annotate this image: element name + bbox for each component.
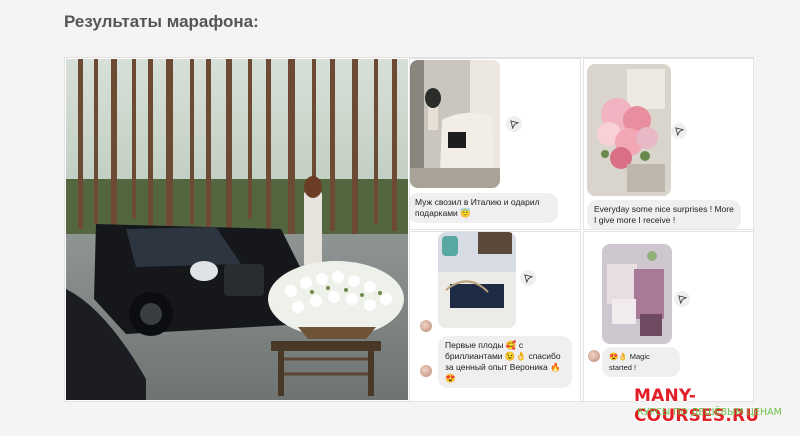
send-icon[interactable] [520, 270, 536, 286]
story-thumbnail-armchair[interactable] [410, 60, 500, 188]
caption-bubble: 😍👌 Magic started ! [602, 347, 680, 377]
avatar [420, 365, 432, 377]
watermark-tagline: КУРСЫ ПО ДЕШЁВЫМ ЦЕНАМ [637, 407, 782, 418]
avatar [588, 350, 600, 362]
story-thumbnail-flowers[interactable] [587, 64, 671, 196]
review-card-1[interactable]: Муж свозил в Италию и одарил подарками 😇 [409, 58, 581, 230]
review-card-2[interactable]: Everyday some nice surprises ! More I gi… [583, 58, 754, 230]
section-title: Результаты марафона: [64, 12, 259, 31]
send-icon[interactable] [674, 291, 690, 307]
caption-bubble: Everyday some nice surprises ! More I gi… [587, 200, 741, 229]
results-gallery: Муж свозил в Италию и одарил подарками 😇… [64, 57, 754, 402]
caption-bubble: Первые плоды 🥰 с бриллиантами 😉👌 спасибо… [438, 336, 572, 388]
story-thumbnail-jewelry[interactable] [438, 232, 516, 328]
caption-bubble: Муж свозил в Италию и одарил подарками 😇 [410, 193, 558, 223]
avatar [420, 320, 432, 332]
send-icon[interactable] [506, 116, 522, 132]
send-icon[interactable] [671, 123, 687, 139]
review-card-3[interactable]: Первые плоды 🥰 с бриллиантами 😉👌 спасибо… [409, 231, 581, 402]
story-thumbnail-gifts[interactable] [602, 244, 672, 344]
watermark-site: MANY-COURSES.RU [634, 386, 760, 426]
review-card-4[interactable]: 😍👌 Magic started ! [583, 231, 754, 402]
main-photo-car-flowers[interactable] [66, 59, 408, 400]
